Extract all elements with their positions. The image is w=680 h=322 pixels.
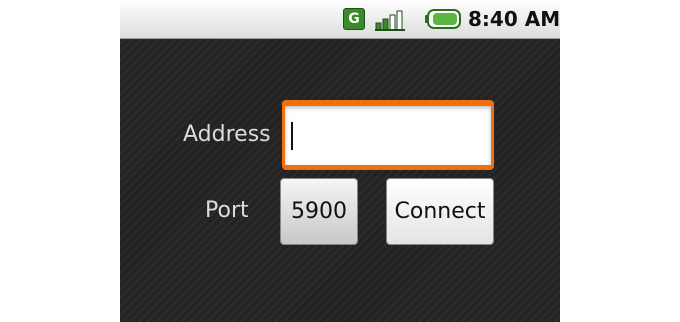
network-g-icon: G xyxy=(343,8,365,30)
battery-icon xyxy=(425,9,461,29)
port-input[interactable]: 5900 xyxy=(280,178,358,245)
status-clock: 8:40 AM xyxy=(468,7,560,31)
status-bar: G 8:40 AM xyxy=(120,0,560,39)
phone-screen: G 8:40 AM Address Port 5900 Connect xyxy=(120,0,560,322)
connect-button[interactable]: Connect xyxy=(386,178,494,245)
address-label: Address xyxy=(183,122,271,147)
text-cursor xyxy=(291,122,293,150)
address-input[interactable] xyxy=(282,100,494,170)
port-label: Port xyxy=(205,198,249,223)
network-type-label: G xyxy=(348,11,360,27)
signal-strength-icon xyxy=(375,10,405,31)
